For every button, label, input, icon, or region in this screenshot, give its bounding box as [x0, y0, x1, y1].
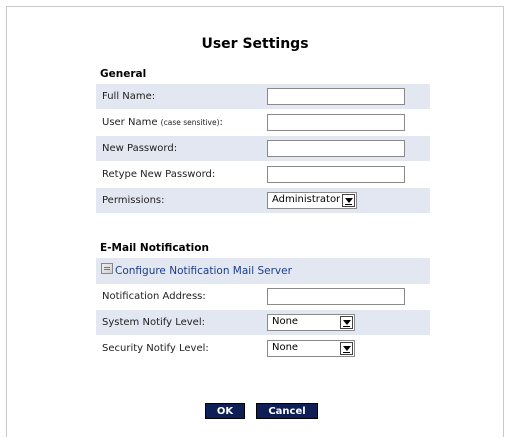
email-notification-table: Configure Notification Mail Server Notif… — [96, 258, 430, 362]
security-notify-row: Security Notify Level: None — [96, 336, 430, 362]
user-name-colon: : — [219, 117, 223, 128]
notification-address-label: Notification Address: — [102, 291, 206, 302]
permissions-select[interactable]: Administrator — [267, 192, 357, 209]
user-name-row: User Name (case sensitive): — [96, 110, 430, 136]
user-name-input[interactable] — [267, 114, 405, 131]
general-section-heading: General — [100, 68, 147, 80]
chevron-down-icon[interactable] — [340, 316, 353, 329]
full-name-label: Full Name: — [102, 91, 156, 102]
ok-button[interactable]: OK — [205, 403, 245, 419]
general-settings-table: Full Name: User Name (case sensitive): N… — [96, 84, 430, 214]
security-notify-value: None — [272, 342, 299, 353]
system-notify-value: None — [272, 316, 299, 327]
system-notify-label: System Notify Level: — [102, 317, 205, 328]
settings-panel — [6, 6, 504, 437]
configure-mail-server-row: Configure Notification Mail Server — [96, 258, 430, 284]
page-title: User Settings — [201, 36, 309, 52]
new-password-label: New Password: — [102, 143, 178, 154]
new-password-input[interactable] — [267, 140, 405, 157]
retype-password-row: Retype New Password: — [96, 162, 430, 188]
notification-address-input[interactable] — [267, 288, 405, 305]
full-name-row: Full Name: — [96, 84, 430, 110]
chevron-down-icon[interactable] — [342, 194, 355, 207]
permissions-label: Permissions: — [102, 195, 165, 206]
system-notify-row: System Notify Level: None — [96, 310, 430, 336]
security-notify-select[interactable]: None — [267, 340, 355, 357]
chevron-down-icon[interactable] — [340, 342, 353, 355]
new-password-row: New Password: — [96, 136, 430, 162]
email-section-heading: E-Mail Notification — [100, 242, 209, 254]
full-name-input[interactable] — [267, 88, 405, 105]
mail-server-icon — [101, 263, 113, 274]
permissions-row: Permissions: Administrator — [96, 188, 430, 214]
system-notify-select[interactable]: None — [267, 314, 355, 331]
security-notify-label: Security Notify Level: — [102, 343, 209, 354]
user-name-label-text: User Name — [102, 117, 158, 128]
case-sensitive-hint: (case sensitive) — [160, 118, 220, 127]
notification-address-row: Notification Address: — [96, 284, 430, 310]
retype-password-input[interactable] — [267, 166, 405, 183]
retype-password-label: Retype New Password: — [102, 169, 216, 180]
configure-mail-server-link[interactable]: Configure Notification Mail Server — [115, 265, 292, 277]
user-name-label: User Name (case sensitive): — [102, 117, 223, 128]
permissions-value: Administrator — [272, 194, 341, 205]
cancel-button[interactable]: Cancel — [256, 403, 318, 419]
